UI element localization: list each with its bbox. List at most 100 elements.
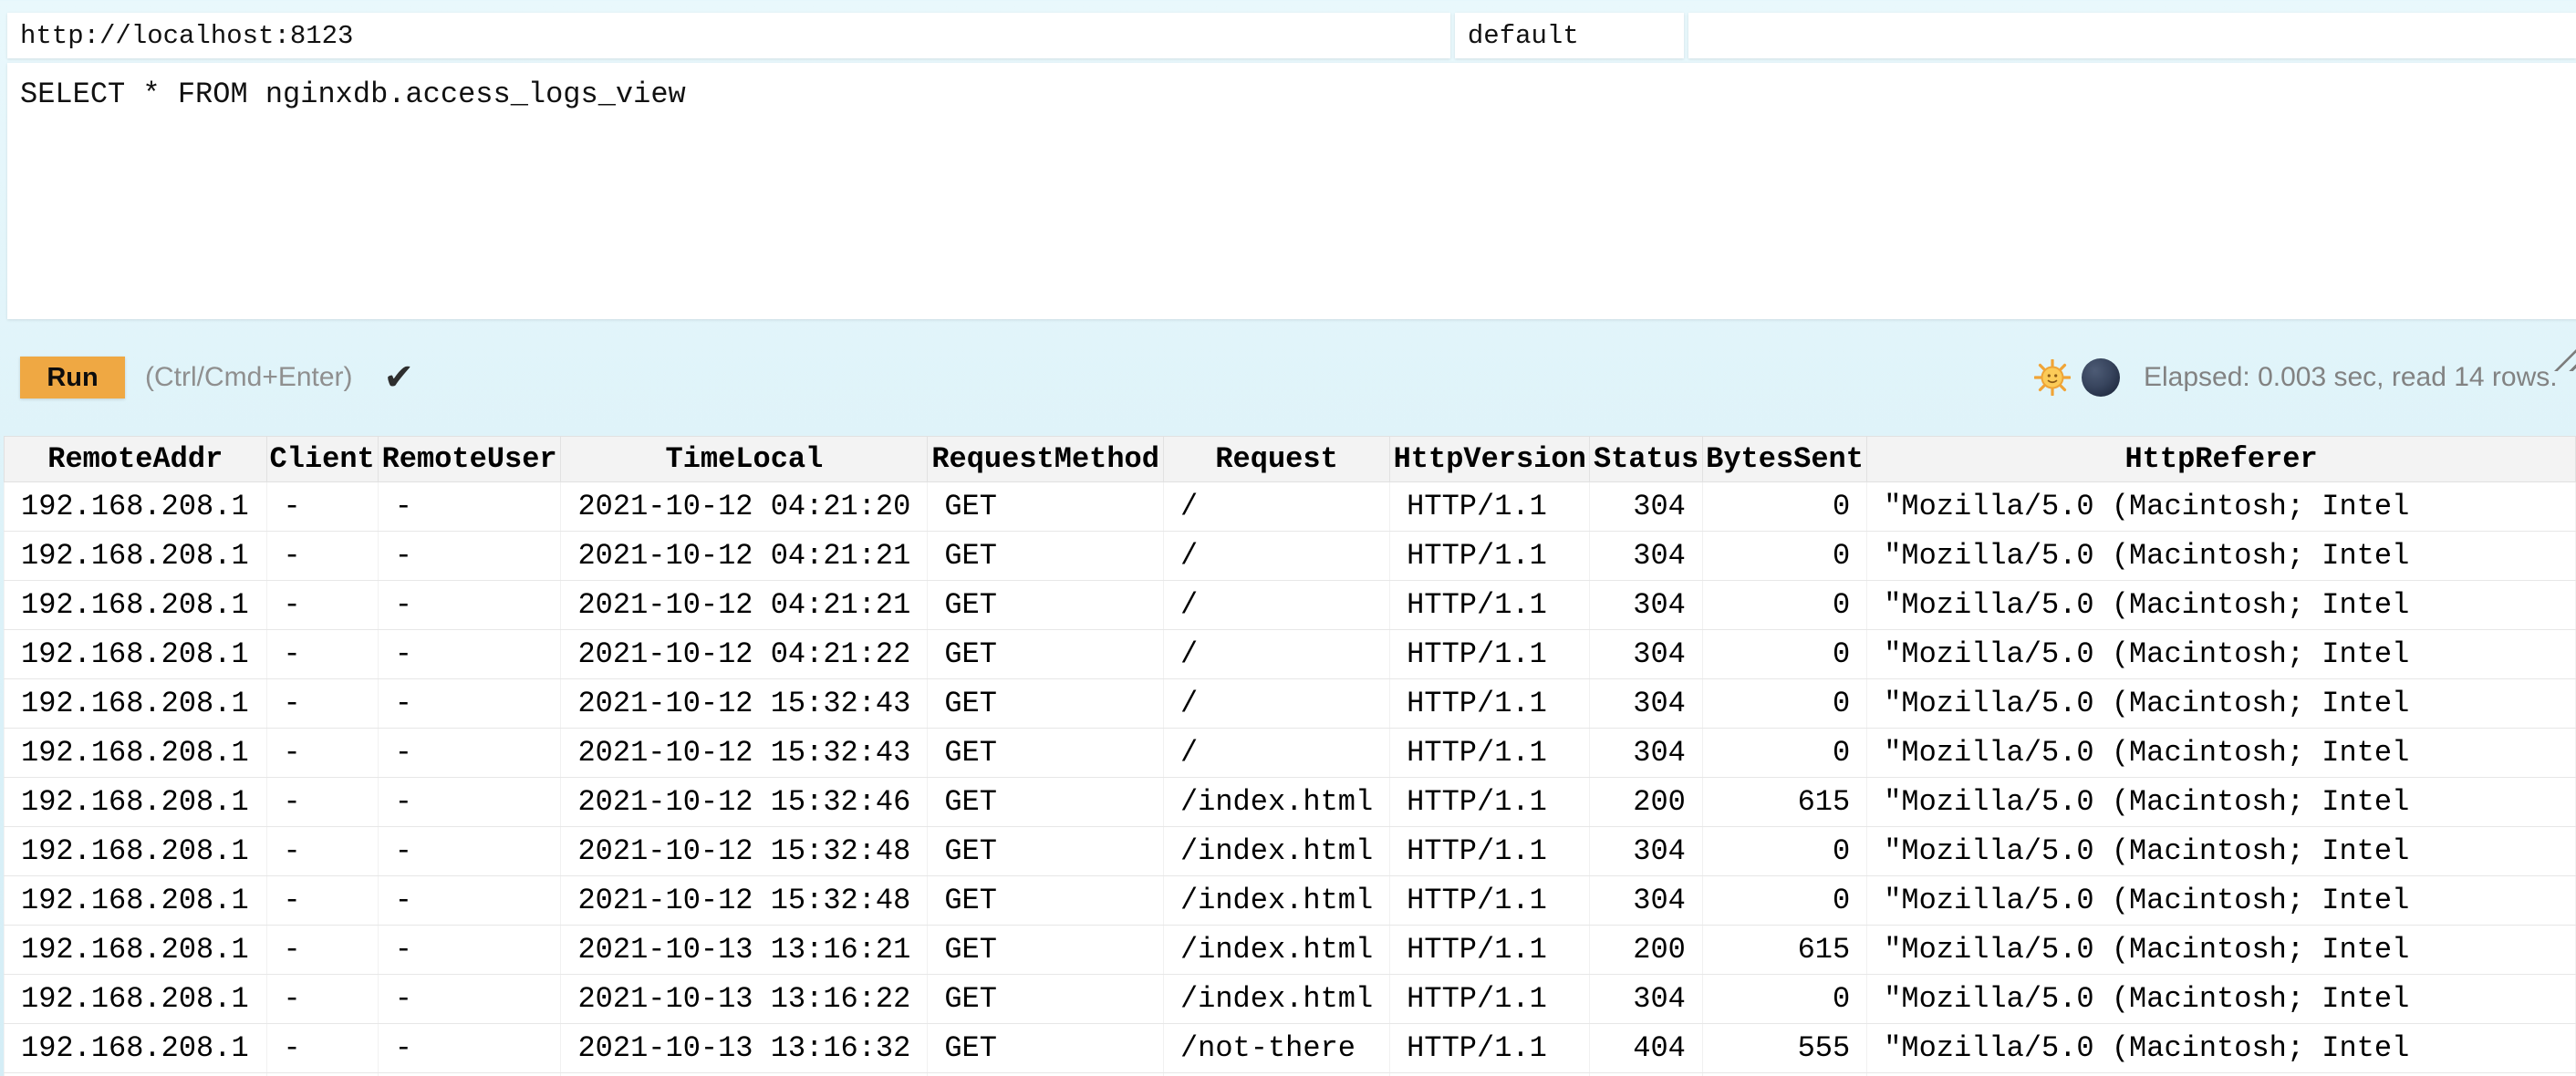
- cell-Status: 304: [1590, 482, 1703, 532]
- query-success-check-icon: ✔: [384, 357, 415, 398]
- cell-Status: 304: [1590, 679, 1703, 729]
- cell-RequestMethod: GET: [928, 778, 1164, 827]
- cell-HttpReferer: "Mozilla/5.0 (Macintosh; Intel: [1867, 532, 2576, 581]
- cell-HttpReferer: "Mozilla/5.0 (Macintosh; Intel: [1867, 876, 2576, 926]
- cell-Client: -: [266, 679, 378, 729]
- cell-TimeLocal: 2021-10-12 15:32:48: [561, 876, 928, 926]
- cell-HttpReferer: "Mozilla/5.0 (Macintosh; Intel: [1867, 778, 2576, 827]
- column-header-Client: Client: [266, 437, 378, 482]
- table-row: 192.168.208.1--2021-10-12 04:21:21GET/HT…: [5, 532, 2576, 581]
- cell-RemoteAddr: 192.168.208.1: [5, 926, 267, 975]
- toolbar-right-group: Elapsed: 0.003 sec, read 14 rows.: [2034, 319, 2558, 436]
- cell-Request: /: [1163, 581, 1389, 630]
- cell-RemoteUser: -: [378, 630, 561, 679]
- cell-Client: -: [266, 778, 378, 827]
- toolbar: Run (Ctrl/Cmd+Enter) ✔ Elapsed: 0.003 se…: [0, 319, 2576, 436]
- cell-Client: -: [266, 581, 378, 630]
- cell-BytesSent: 0: [1702, 876, 1866, 926]
- table-row-partial: [5, 1073, 2576, 1076]
- cell-HttpVersion: HTTP/1.1: [1390, 482, 1590, 532]
- cell-Client: -: [266, 482, 378, 532]
- cell-RemoteUser: -: [378, 581, 561, 630]
- query-textarea[interactable]: SELECT * FROM nginxdb.access_logs_view: [7, 63, 2576, 319]
- cell-RemoteAddr: 192.168.208.1: [5, 1024, 267, 1073]
- cell-Request: /: [1163, 532, 1389, 581]
- cell-Request: /: [1163, 482, 1389, 532]
- cell-HttpVersion: HTTP/1.1: [1390, 729, 1590, 778]
- cell-Status: 200: [1590, 778, 1703, 827]
- cell-BytesSent: 0: [1702, 532, 1866, 581]
- cell-HttpVersion: HTTP/1.1: [1390, 827, 1590, 876]
- cell-RemoteUser: -: [378, 778, 561, 827]
- column-header-Status: Status: [1590, 437, 1703, 482]
- cell-TimeLocal: 2021-10-12 15:32:43: [561, 729, 928, 778]
- cell-RequestMethod: GET: [928, 1024, 1164, 1073]
- cell-Client: -: [266, 926, 378, 975]
- cell-HttpReferer: "Mozilla/5.0 (Macintosh; Intel: [1867, 630, 2576, 679]
- light-theme-sun-icon[interactable]: [2034, 359, 2071, 396]
- cell-Status: 304: [1590, 729, 1703, 778]
- cell-Status: 304: [1590, 532, 1703, 581]
- cell-HttpReferer: "Mozilla/5.0 (Macintosh; Intel: [1867, 1024, 2576, 1073]
- table-row: 192.168.208.1--2021-10-13 13:16:22GET/in…: [5, 975, 2576, 1024]
- cell-Request: /: [1163, 679, 1389, 729]
- cell-TimeLocal: 2021-10-12 04:21:21: [561, 581, 928, 630]
- cell-RemoteUser: -: [378, 679, 561, 729]
- cell-Request: /not-there: [1163, 1024, 1389, 1073]
- table-row: 192.168.208.1--2021-10-12 15:32:48GET/in…: [5, 876, 2576, 926]
- cell-TimeLocal: 2021-10-12 04:21:21: [561, 532, 928, 581]
- table-row: 192.168.208.1--2021-10-12 15:32:46GET/in…: [5, 778, 2576, 827]
- cell-Client: -: [266, 630, 378, 679]
- user-input[interactable]: [1455, 13, 1684, 58]
- password-input[interactable]: [1688, 13, 2576, 58]
- cell-Request: /: [1163, 729, 1389, 778]
- cell-RequestMethod: GET: [928, 630, 1164, 679]
- cell-RequestMethod: GET: [928, 926, 1164, 975]
- connection-bar: [0, 0, 2576, 58]
- cell-BytesSent: 555: [1702, 1024, 1866, 1073]
- table-row: 192.168.208.1--2021-10-12 04:21:20GET/HT…: [5, 482, 2576, 532]
- cell-RemoteUser: -: [378, 926, 561, 975]
- query-editor: SELECT * FROM nginxdb.access_logs_view: [7, 63, 2576, 319]
- cell-HttpVersion: HTTP/1.1: [1390, 926, 1590, 975]
- server-url-input[interactable]: [7, 13, 1450, 58]
- cell-HttpVersion: HTTP/1.1: [1390, 1024, 1590, 1073]
- cell-Client: -: [266, 1024, 378, 1073]
- cell-HttpReferer: "Mozilla/5.0 (Macintosh; Intel: [1867, 581, 2576, 630]
- cell-Request: /index.html: [1163, 827, 1389, 876]
- dark-theme-moon-icon[interactable]: [2082, 358, 2120, 397]
- table-header-row: RemoteAddrClientRemoteUserTimeLocalReque…: [5, 437, 2576, 482]
- column-header-TimeLocal: TimeLocal: [561, 437, 928, 482]
- cell-TimeLocal: 2021-10-12 04:21:22: [561, 630, 928, 679]
- table-row: 192.168.208.1--2021-10-12 15:32:43GET/HT…: [5, 679, 2576, 729]
- table-row: 192.168.208.1--2021-10-12 04:21:22GET/HT…: [5, 630, 2576, 679]
- cell-RemoteUser: -: [378, 729, 561, 778]
- cell-RemoteAddr: 192.168.208.1: [5, 630, 267, 679]
- cell-Status: 304: [1590, 630, 1703, 679]
- cell-TimeLocal: 2021-10-12 15:32:46: [561, 778, 928, 827]
- cell-Request: /index.html: [1163, 926, 1389, 975]
- table-row: 192.168.208.1--2021-10-12 04:21:21GET/HT…: [5, 581, 2576, 630]
- cell-Client: -: [266, 532, 378, 581]
- cell-BytesSent: 0: [1702, 729, 1866, 778]
- column-header-RemoteUser: RemoteUser: [378, 437, 561, 482]
- column-header-BytesSent: BytesSent: [1702, 437, 1866, 482]
- cell-Client: -: [266, 876, 378, 926]
- cell-HttpVersion: HTTP/1.1: [1390, 581, 1590, 630]
- run-button[interactable]: Run: [20, 357, 125, 398]
- cell-HttpReferer: "Mozilla/5.0 (Macintosh; Intel: [1867, 679, 2576, 729]
- cell-HttpReferer: "Mozilla/5.0 (Macintosh; Intel: [1867, 926, 2576, 975]
- cell-Status: 304: [1590, 975, 1703, 1024]
- cell-BytesSent: 615: [1702, 778, 1866, 827]
- cell-TimeLocal: 2021-10-13 13:16:32: [561, 1024, 928, 1073]
- cell-RequestMethod: GET: [928, 729, 1164, 778]
- cell-HttpVersion: HTTP/1.1: [1390, 532, 1590, 581]
- results-table: RemoteAddrClientRemoteUserTimeLocalReque…: [4, 436, 2576, 1076]
- query-stats-text: Elapsed: 0.003 sec, read 14 rows.: [2144, 362, 2558, 393]
- cell-RequestMethod: GET: [928, 532, 1164, 581]
- cell-RequestMethod: GET: [928, 581, 1164, 630]
- cell-TimeLocal: 2021-10-13 13:16:22: [561, 975, 928, 1024]
- cell-Status: 304: [1590, 581, 1703, 630]
- cell-RequestMethod: GET: [928, 827, 1164, 876]
- table-row: 192.168.208.1--2021-10-13 13:16:32GET/no…: [5, 1024, 2576, 1073]
